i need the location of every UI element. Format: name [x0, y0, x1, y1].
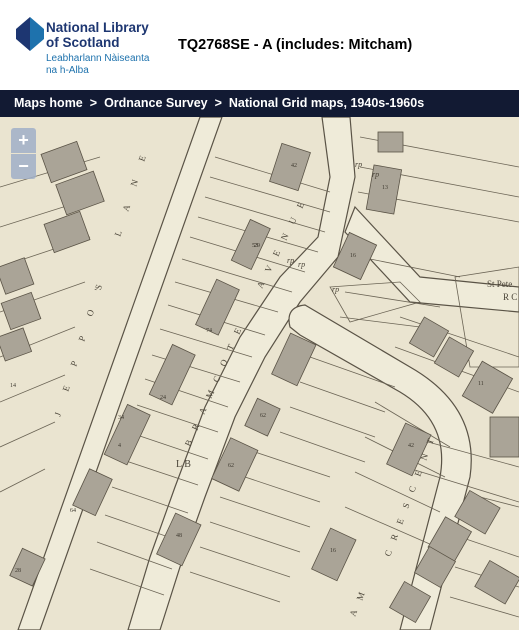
logo-text[interactable]: National Library of Scotland	[46, 20, 149, 50]
breadcrumb: Maps home > Ordnance Survey > National Grid …	[0, 90, 519, 117]
svg-text:34: 34	[118, 415, 124, 421]
svg-text:62: 62	[228, 463, 234, 469]
rp-label: rp	[355, 160, 362, 169]
building	[489, 416, 519, 458]
logo-gaelic-text: Leabharlann Nàiseanta na h-Alba	[46, 53, 149, 77]
rp-label: rp	[287, 256, 294, 265]
svg-text:62: 62	[260, 413, 266, 419]
svg-text:53: 53	[252, 243, 258, 249]
church-label-line1: St Pete	[487, 279, 512, 289]
breadcrumb-national-grid-maps[interactable]: National Grid maps, 1940s-1960s	[229, 90, 424, 117]
breadcrumb-separator: >	[214, 96, 222, 110]
svg-text:64: 64	[70, 508, 76, 514]
breadcrumb-separator: >	[89, 96, 98, 110]
svg-text:42: 42	[408, 443, 414, 449]
zoom-out-button[interactable]: −	[11, 154, 36, 179]
rp-label: rp	[372, 170, 379, 179]
svg-text:16: 16	[330, 548, 336, 554]
svg-text:24: 24	[160, 395, 166, 401]
breadcrumb-maps-home[interactable]: Maps home	[14, 90, 83, 117]
map-canvas[interactable]: J E P P O 'S L A N E B R A M C O T E A V…	[0, 117, 519, 630]
svg-text:13: 13	[382, 185, 388, 191]
svg-text:4: 4	[118, 443, 121, 449]
breadcrumb-ordnance-survey[interactable]: Ordnance Survey	[104, 90, 208, 117]
rp-label: rp	[298, 260, 305, 269]
site-header: National Library of Scotland Leabharlann…	[0, 0, 519, 90]
svg-text:28: 28	[15, 568, 21, 574]
nls-logo-icon[interactable]	[16, 17, 44, 51]
logo-gaelic-line2: na h-Alba	[46, 65, 89, 76]
svg-text:14: 14	[10, 383, 16, 389]
rp-label: rp	[332, 285, 339, 294]
zoom-control: + −	[11, 128, 36, 179]
svg-text:48: 48	[176, 533, 182, 539]
logo-name-line1: National Library	[46, 20, 149, 35]
map-viewport[interactable]: J E P P O 'S L A N E B R A M C O T E A V…	[0, 117, 519, 630]
zoom-in-button[interactable]: +	[11, 128, 36, 153]
logo-gaelic-line1: Leabharlann Nàiseanta	[46, 53, 150, 64]
church-label-line2: R C	[503, 292, 517, 302]
letter-box-label: L B	[176, 459, 191, 470]
building	[377, 131, 404, 153]
page-title: TQ2768SE - A (includes: Mitcham)	[178, 37, 413, 53]
svg-text:74: 74	[206, 328, 212, 334]
svg-text:16: 16	[350, 253, 356, 259]
logo-name-line2: of Scotland	[46, 35, 120, 50]
svg-text:42: 42	[291, 163, 297, 169]
svg-text:11: 11	[478, 381, 484, 387]
